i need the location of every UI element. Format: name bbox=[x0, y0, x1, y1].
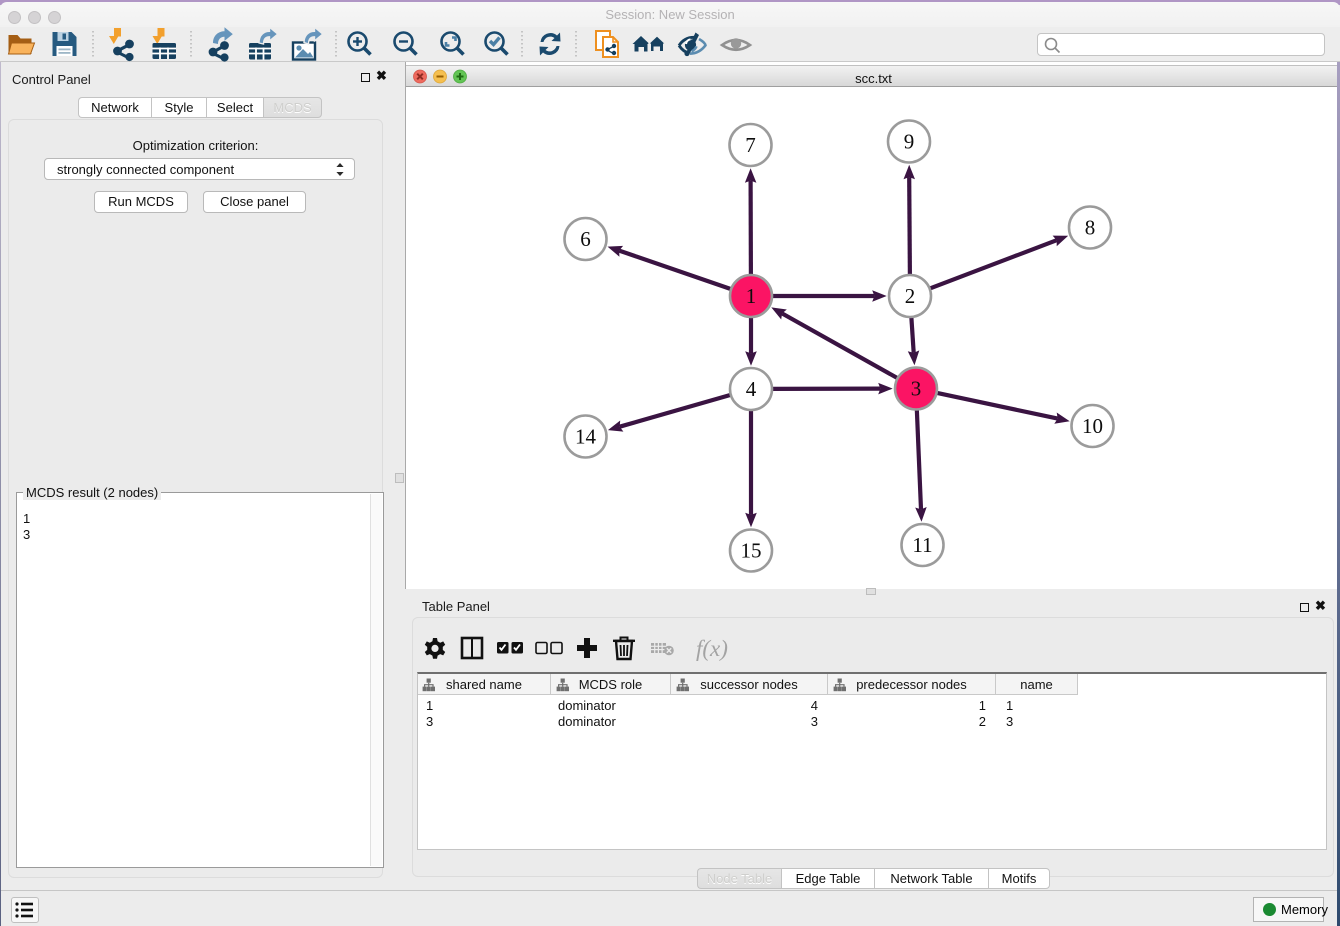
svg-text:1: 1 bbox=[746, 284, 757, 308]
svg-text:7: 7 bbox=[745, 133, 756, 157]
svg-text:f(x): f(x) bbox=[696, 636, 728, 661]
svg-text:15: 15 bbox=[741, 539, 762, 563]
svg-text:6: 6 bbox=[580, 227, 591, 251]
svg-text:10: 10 bbox=[1082, 414, 1103, 438]
svg-text:11: 11 bbox=[912, 533, 932, 557]
svg-text:9: 9 bbox=[904, 130, 915, 154]
svg-text:4: 4 bbox=[746, 377, 757, 401]
svg-text:14: 14 bbox=[575, 425, 597, 449]
svg-text:2: 2 bbox=[905, 284, 916, 308]
svg-text:3: 3 bbox=[911, 377, 922, 401]
svg-text:8: 8 bbox=[1085, 216, 1096, 240]
